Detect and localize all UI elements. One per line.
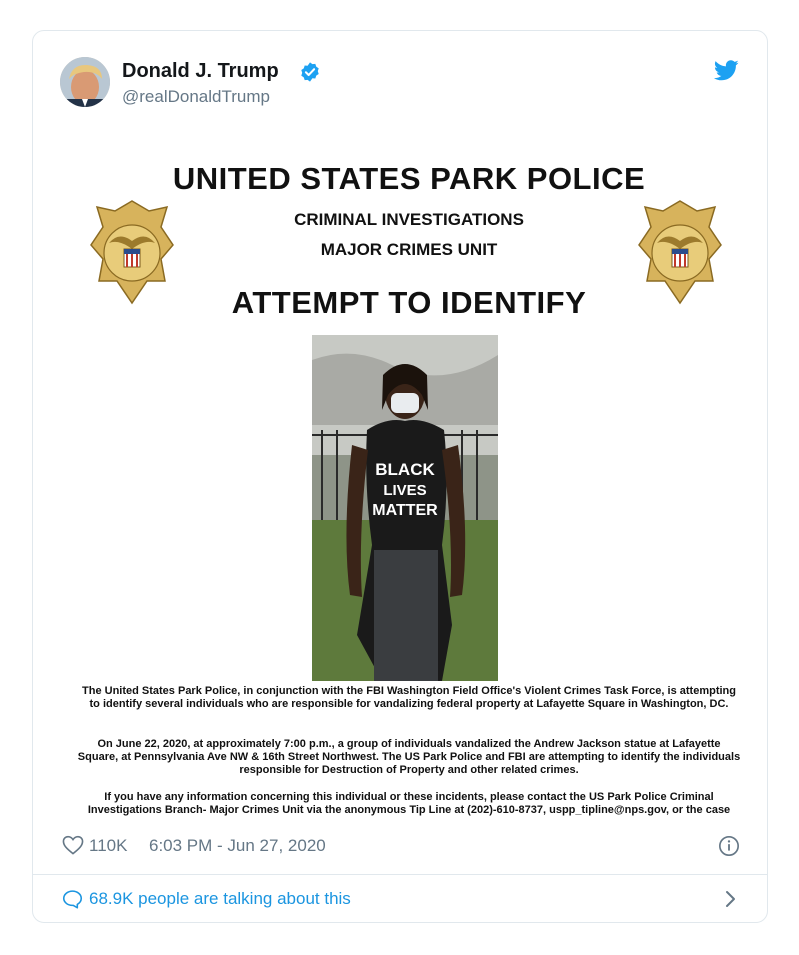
poster-subtitle-line1: CRIMINAL INVESTIGATIONS	[294, 210, 524, 229]
tweet-timestamp[interactable]: 6:03 PM - Jun 27, 2020	[149, 836, 326, 856]
tweet-card[interactable]: Donald J. Trump @realDonaldTrump UNITED …	[32, 30, 768, 923]
shirt-text-line-2: LIVES	[383, 482, 426, 499]
heart-icon[interactable]	[62, 835, 84, 855]
poster-paragraph: The United States Park Police, in conjun…	[82, 685, 736, 710]
verified-badge-icon	[301, 62, 319, 82]
poster-paragraph: If you have any information concerning t…	[87, 791, 731, 816]
twitter-bird-icon[interactable]	[714, 60, 739, 81]
poster-title: UNITED STATES PARK POLICE	[172, 161, 646, 196]
tweet-header: Donald J. Trump @realDonaldTrump	[33, 31, 767, 135]
author-name[interactable]: Donald J. Trump	[122, 60, 279, 83]
like-count[interactable]: 110K	[89, 836, 127, 856]
speech-bubble-icon	[62, 890, 83, 909]
shirt-text-line-1: BLACK	[375, 460, 435, 479]
poster-paragraph: On June 22, 2020, at approximately 7:00 …	[77, 738, 741, 776]
attached-poster-image[interactable]: UNITED STATES PARK POLICE CRIMINAL INVES…	[61, 139, 757, 821]
info-icon[interactable]	[718, 835, 740, 857]
suspect-photo: BLACK LIVES MATTER	[312, 335, 498, 681]
poster-subtitle-line2: MAJOR CRIMES UNIT	[320, 240, 498, 259]
shirt-text-line-3: MATTER	[372, 502, 438, 519]
conversation-text[interactable]: 68.9K people are talking about this	[89, 889, 351, 909]
poster-heading: ATTEMPT TO IDENTIFY	[231, 285, 587, 320]
chevron-right-icon[interactable]	[724, 889, 738, 909]
avatar[interactable]	[60, 57, 110, 107]
author-handle[interactable]: @realDonaldTrump	[122, 87, 270, 107]
